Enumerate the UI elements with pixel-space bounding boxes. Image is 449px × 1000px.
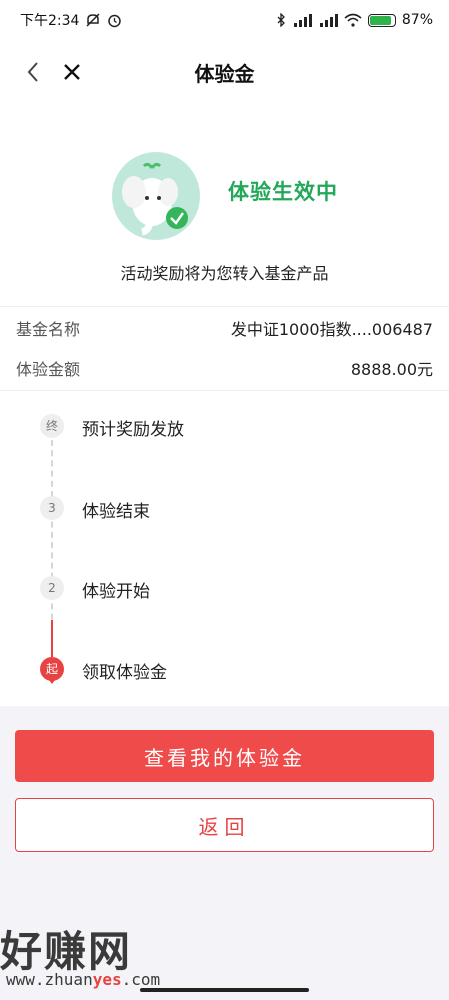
trial-amount-value: 8888.00元 [350, 360, 433, 379]
timeline-marker: 2 [40, 576, 64, 600]
watermark-url-suffix: .com [121, 970, 161, 989]
timeline-step-active: 起 领取体验金 [0, 654, 449, 684]
status-time: 下午2:34 [20, 13, 80, 29]
status-block: 体验生效中 活动奖励将为您转入基金产品 [0, 140, 449, 300]
view-my-trial-fund-button[interactable]: 查看我的体验金 [15, 730, 434, 782]
nav-header: 体验金 [0, 44, 449, 100]
watermark-url-prefix: www.zhuan [6, 970, 93, 989]
battery-fill [369, 15, 391, 25]
timeline: 终 预计奖励发放 3 体验结束 2 体验开始 起 领取体验金 [0, 392, 449, 704]
status-bar: 下午2:34 87% [0, 0, 449, 40]
mascot-image [112, 152, 200, 240]
bluetooth-icon [277, 13, 285, 27]
timeline-step: 2 体验开始 [0, 573, 449, 603]
timeline-marker-active: 起 [40, 657, 64, 681]
elephant-mascot-icon [122, 162, 188, 236]
alarm-icon [108, 14, 122, 27]
back-icon[interactable] [20, 58, 48, 86]
timeline-track [51, 440, 53, 640]
timeline-marker: 3 [40, 496, 64, 520]
timeline-label: 体验开始 [82, 582, 150, 602]
timeline-marker: 终 [40, 414, 64, 438]
fund-name-row: 基金名称 发中证1000指数....006487 [0, 308, 449, 348]
fund-name-label: 基金名称 [16, 320, 81, 339]
home-indicator[interactable] [140, 988, 309, 992]
status-description: 活动奖励将为您转入基金产品 [120, 264, 329, 283]
timeline-label: 领取体验金 [82, 663, 167, 683]
divider [0, 390, 449, 391]
battery-text: 87% [401, 12, 433, 28]
signal-hd-icon [293, 14, 312, 27]
trial-amount-row: 体验金额 8888.00元 [0, 348, 449, 388]
watermark-url-accent: yes [92, 970, 122, 989]
bottom-area: 查看我的体验金 返回 好赚网 www.zhuanyes.com [0, 706, 449, 1000]
timeline-step: 3 体验结束 [0, 493, 449, 523]
signal-hd-icon [319, 14, 338, 27]
fund-name-value: 发中证1000指数....006487 [230, 320, 433, 339]
watermark-url: www.zhuanyes.com [6, 970, 160, 989]
return-button[interactable]: 返回 [15, 798, 434, 852]
status-title: 体验生效中 [228, 180, 338, 204]
timeline-label: 体验结束 [82, 502, 150, 522]
timeline-label: 预计奖励发放 [82, 420, 184, 440]
wifi-icon [344, 13, 362, 27]
close-icon[interactable] [58, 58, 86, 86]
timeline-step: 终 预计奖励发放 [0, 411, 449, 441]
trial-amount-label: 体验金额 [16, 360, 81, 379]
battery-icon [367, 13, 396, 27]
page-title: 体验金 [194, 61, 255, 86]
divider [0, 306, 449, 307]
silent-icon [86, 13, 100, 27]
